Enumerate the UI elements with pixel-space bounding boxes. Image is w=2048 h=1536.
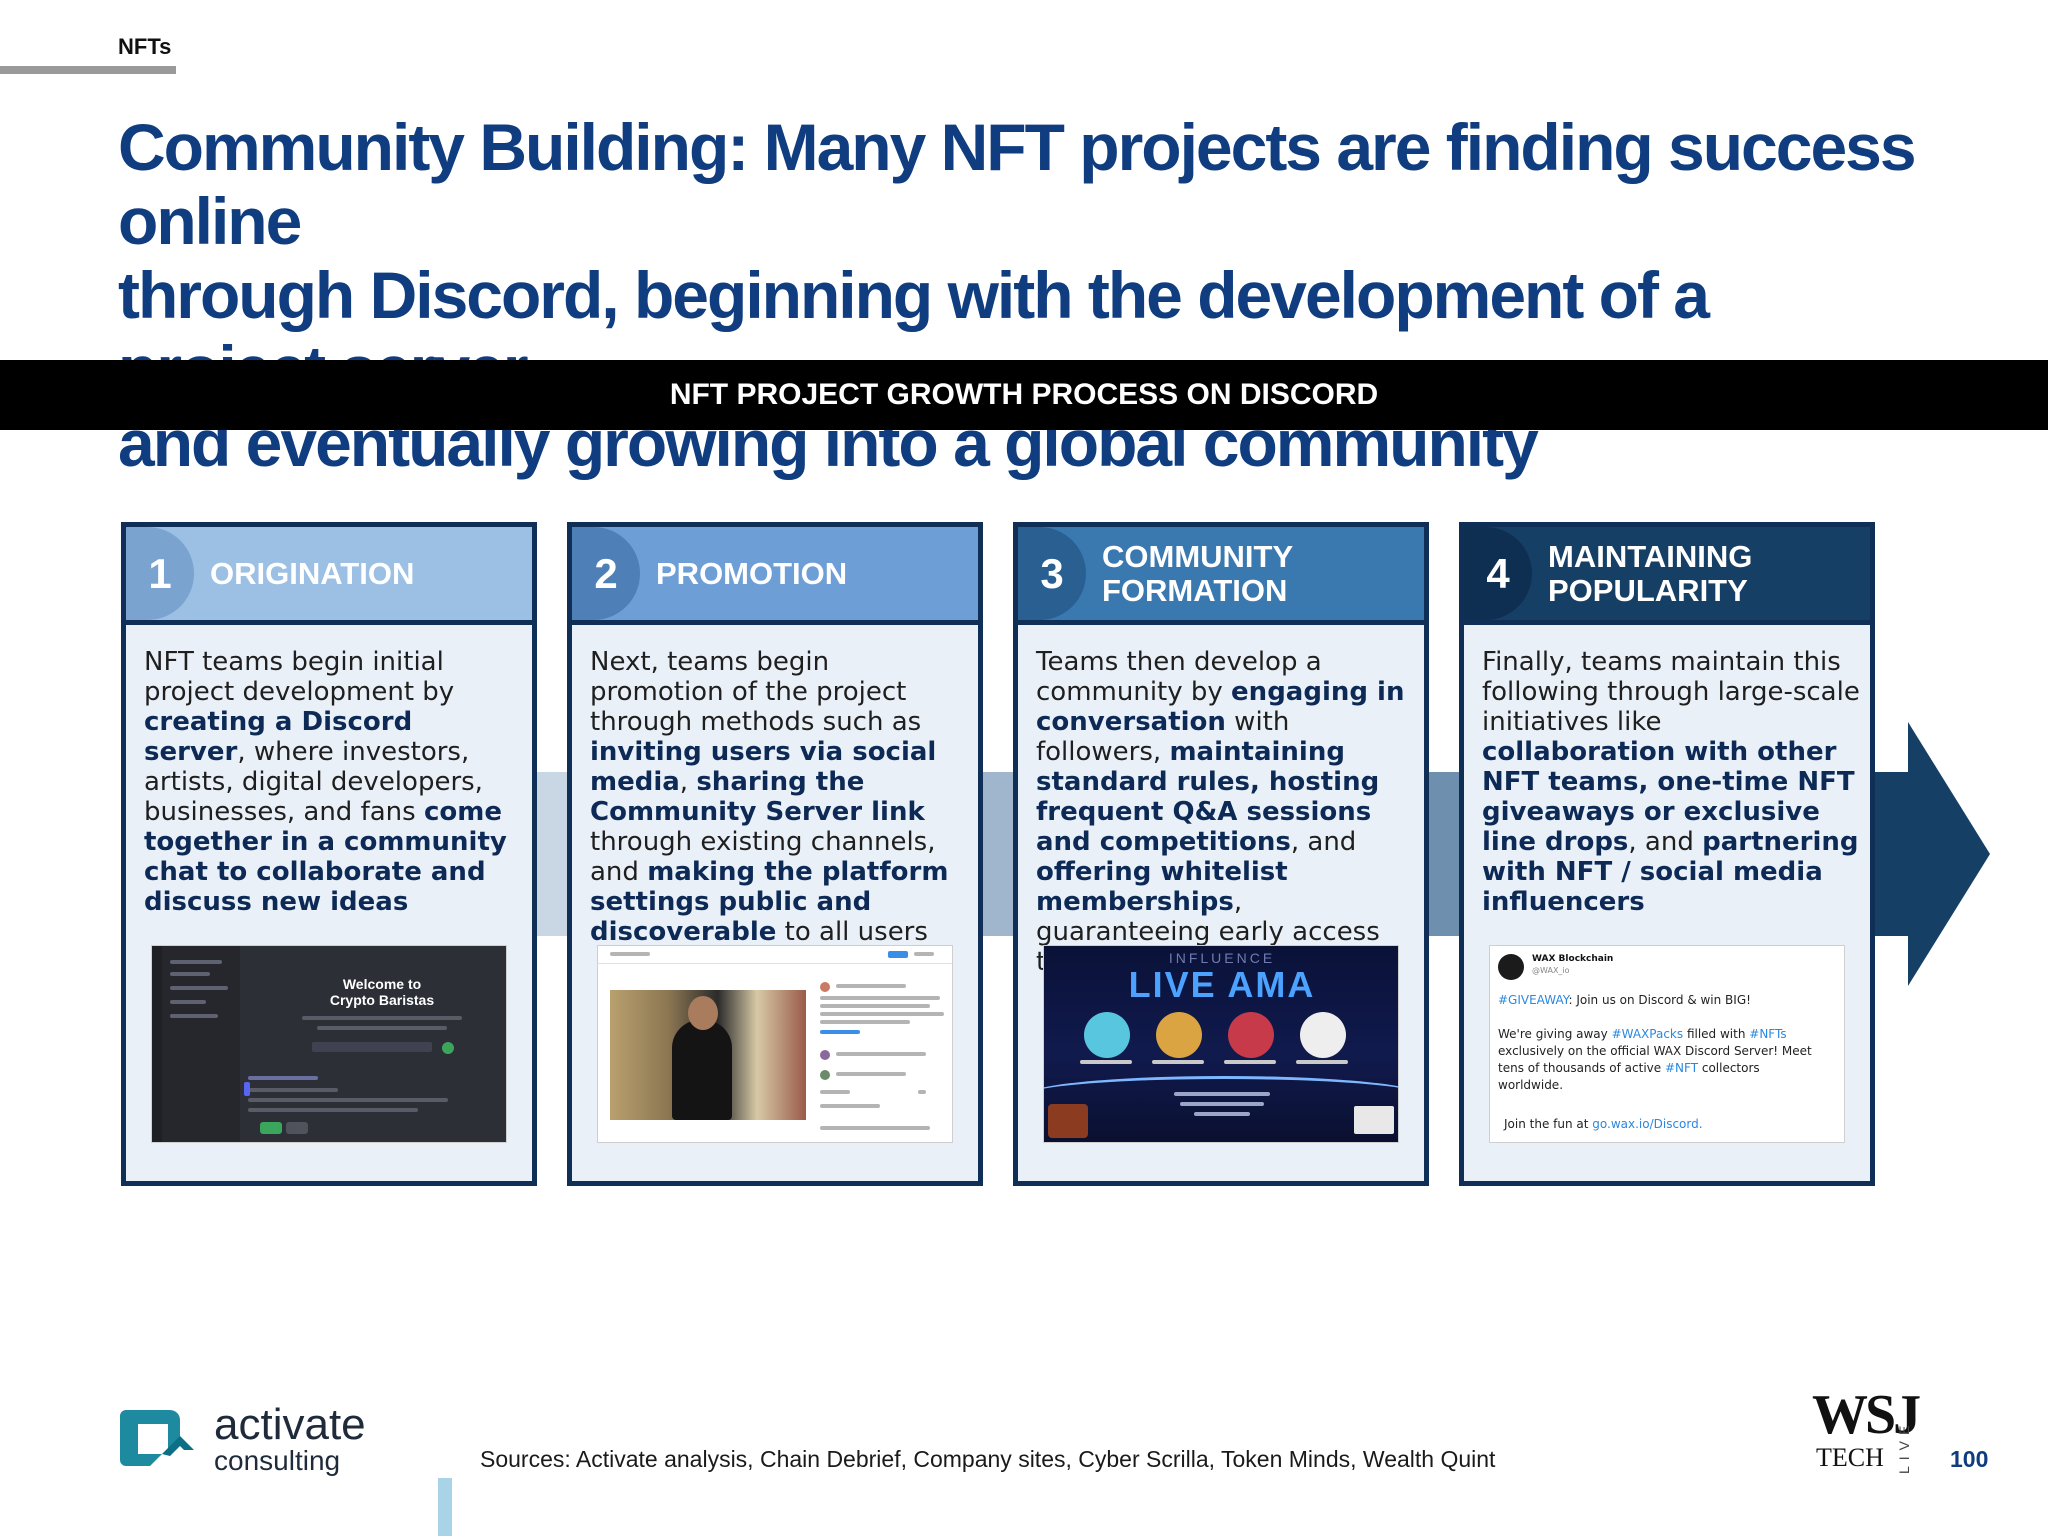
tweet-line: tens of thousands of active #NFT collect… — [1498, 1061, 1760, 1075]
social-media-post-screenshot — [597, 945, 953, 1143]
step-card-community-formation: 3 COMMUNITY FORMATION Teams then develop… — [1013, 522, 1429, 1186]
wax-avatar — [1498, 954, 1524, 980]
step-description: Next, teams begin promotion of the proje… — [590, 647, 949, 947]
live-wordmark: LIVE — [1896, 1419, 1912, 1474]
discord-link[interactable]: go.wax.io/Discord. — [1592, 1117, 1702, 1131]
process-arrow-segment-1 — [534, 772, 568, 936]
step-card-maintaining-popularity: 4 MAINTAINING POPULARITY Finally, teams … — [1459, 522, 1875, 1186]
giveaway-tweet-screenshot: WAX Blockchain @WAX_io #GIVEAWAY: Join u… — [1489, 945, 1845, 1143]
step-title: PROMOTION — [656, 555, 848, 591]
step-header: 3 COMMUNITY FORMATION — [1018, 527, 1424, 625]
step-title: COMMUNITY FORMATION — [1102, 538, 1294, 608]
logo-subtitle: consulting — [214, 1445, 341, 1476]
ama-avatar-1 — [1084, 1012, 1130, 1058]
discord-channel-list — [162, 946, 240, 1142]
process-arrow-head — [1908, 722, 1990, 986]
step-number: 3 — [1018, 527, 1086, 620]
step-number: 2 — [572, 527, 640, 620]
step-description: Finally, teams maintain this following t… — [1482, 647, 1860, 917]
tech-wordmark: TECH — [1816, 1443, 1884, 1472]
step-number: 4 — [1464, 527, 1532, 620]
ama-avatar-3 — [1228, 1012, 1274, 1058]
page-title-line-1: Community Building: Many NFT projects ar… — [118, 110, 1917, 258]
step-description: Teams then develop a community by engagi… — [1036, 647, 1405, 977]
section-rule — [0, 66, 176, 74]
tweet-link-line: Join the fun at go.wax.io/Discord. — [1504, 1117, 1703, 1131]
discord-welcome-text: Welcome to Crypto Baristas — [329, 976, 435, 1008]
footer-accent-bar — [438, 1478, 452, 1536]
step-card-promotion: 2 PROMOTION Next, teams begin promotion … — [567, 522, 983, 1186]
step-title: MAINTAINING POPULARITY — [1548, 538, 1753, 608]
wsj-tech-live-logo: WSJ TECH LIVE — [1808, 1386, 1938, 1486]
tweet-handle: @WAX_io — [1532, 966, 1570, 975]
ama-title: LIVE AMA — [1128, 964, 1316, 1005]
tweet-line: #GIVEAWAY: Join us on Discord & win BIG! — [1498, 993, 1751, 1007]
discord-server-screenshot: Welcome to Crypto Baristas — [151, 945, 507, 1143]
process-arrow-segment-3 — [1426, 772, 1460, 936]
activate-logo-icon — [120, 1410, 194, 1466]
live-ama-screenshot: INFLUENCE LIVE AMA — [1043, 945, 1399, 1143]
banner-title: NFT PROJECT GROWTH PROCESS ON DISCORD — [669, 378, 1379, 411]
video-thumbnail — [610, 990, 806, 1120]
ama-avatar-2 — [1156, 1012, 1202, 1058]
sources-note: Sources: Activate analysis, Chain Debrie… — [480, 1446, 1496, 1472]
discord-server-rail — [152, 946, 162, 1142]
section-banner: NFT PROJECT GROWTH PROCESS ON DISCORD — [0, 360, 2048, 430]
ama-avatar-4 — [1300, 1012, 1346, 1058]
section-tag: NFTs — [118, 34, 172, 59]
step-card-origination: 1 ORIGINATION NFT teams begin initial pr… — [121, 522, 537, 1186]
step-title: ORIGINATION — [210, 555, 415, 591]
activate-logo: activate consulting — [118, 1402, 408, 1478]
tweet-author: WAX Blockchain — [1532, 954, 1614, 964]
step-number: 1 — [126, 527, 194, 620]
page-number: 100 — [1950, 1446, 1989, 1472]
step-header: 1 ORIGINATION — [126, 527, 532, 625]
tweet-line: exclusively on the official WAX Discord … — [1498, 1044, 1812, 1058]
tweet-line: worldwide. — [1498, 1078, 1564, 1092]
step-description: NFT teams begin initial project developm… — [144, 647, 507, 917]
ama-bird-logo — [1354, 1106, 1394, 1134]
step-header: 2 PROMOTION — [572, 527, 978, 625]
tweet-line: We're giving away #WAXPacks filled with … — [1498, 1027, 1787, 1041]
process-arrow-segment-4 — [1872, 772, 1912, 936]
process-arrow-segment-2 — [980, 772, 1014, 936]
ama-logo — [1048, 1104, 1088, 1138]
step-header: 4 MAINTAINING POPULARITY — [1464, 527, 1870, 625]
logo-wordmark: activate — [214, 1400, 366, 1449]
